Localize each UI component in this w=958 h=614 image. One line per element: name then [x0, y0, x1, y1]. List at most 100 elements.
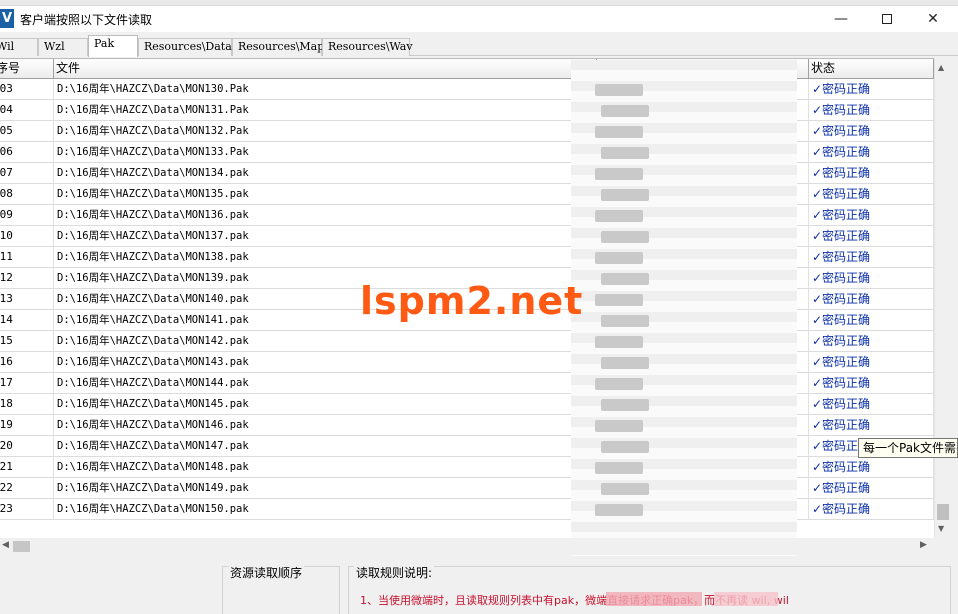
password-blur-chip [601, 189, 649, 201]
row-status: ✓密码正确 [809, 394, 934, 414]
row-file-path: D:\16周年\HAZCZ\Data\MON130.Pak [54, 79, 597, 99]
row-index-text: 311 [0, 250, 13, 263]
tab-pak[interactable]: Pak [88, 35, 138, 57]
row-index: 312 [0, 268, 54, 288]
password-blur-chip [601, 483, 649, 495]
row-file-path: D:\16周年\HAZCZ\Data\MON145.pak [54, 394, 597, 414]
maximize-button[interactable] [864, 6, 910, 32]
row-status: ✓密码正确 [809, 373, 934, 393]
row-status: ✓密码正确 [809, 457, 934, 477]
password-blur-chip [595, 336, 643, 348]
tab-resources-wav[interactable]: Resources\Wav [322, 38, 413, 56]
row-status: ✓密码正确 [809, 268, 934, 288]
tab-wil[interactable]: Wil [0, 38, 38, 56]
rule-redaction-2 [714, 592, 778, 606]
scroll-down-icon[interactable]: ▼ [938, 524, 944, 533]
tab-wzl[interactable]: Wzl [38, 38, 88, 56]
row-index: 320 [0, 436, 54, 456]
close-button[interactable]: ✕ [910, 6, 956, 32]
row-file-path: D:\16周年\HAZCZ\Data\MON134.pak [54, 163, 597, 183]
row-status: ✓密码正确 [809, 100, 934, 120]
row-index: 322 [0, 478, 54, 498]
row-file-path: D:\16周年\HAZCZ\Data\MON135.pak [54, 184, 597, 204]
row-index-text: 320 [0, 439, 13, 452]
row-status: ✓密码正确 [809, 163, 934, 183]
row-file-path: D:\16周年\HAZCZ\Data\MON148.pak [54, 457, 597, 477]
row-index: 315 [0, 331, 54, 351]
row-index: 304 [0, 100, 54, 120]
row-file-path: D:\16周年\HAZCZ\Data\MON142.pak [54, 331, 597, 351]
row-file-path: D:\16周年\HAZCZ\Data\MON144.pak [54, 373, 597, 393]
title-bar: V 客户端按照以下文件读取 — ✕ [0, 6, 958, 32]
maximize-icon [882, 14, 892, 24]
row-status: ✓密码正确 [809, 352, 934, 372]
rules-label: 读取规则说明: [354, 564, 435, 581]
row-status: ✓密码正确 [809, 310, 934, 330]
row-status: ✓密码正确 [809, 184, 934, 204]
vertical-scrollbar[interactable]: ▲ ▼ [934, 58, 951, 538]
window-title: 客户端按照以下文件读取 [20, 13, 153, 27]
password-blur-chip [595, 294, 643, 306]
horizontal-scrollbar[interactable]: ◀ ▶ [0, 538, 934, 555]
row-index: 311 [0, 247, 54, 267]
row-index-text: 317 [0, 376, 13, 389]
row-index: 313 [0, 289, 54, 309]
row-index-text: 308 [0, 187, 13, 200]
row-index-text: 310 [0, 229, 13, 242]
scroll-left-icon[interactable]: ◀ [2, 540, 9, 550]
row-index-text: 323 [0, 502, 13, 515]
password-blur-chip [601, 399, 649, 411]
row-index: 316 [0, 352, 54, 372]
watermark: lspm2.net [360, 279, 584, 323]
bottom-panel: 资源读取顺序 读取规则说明: 1、当使用微端时，且读取规则列表中有pak，微端直… [0, 556, 958, 614]
row-index-text: 315 [0, 334, 13, 347]
row-index-text: 318 [0, 397, 13, 410]
password-blur-chip [601, 315, 649, 327]
tab-bar: Wil Wzl Pak Resources\Data Resources\Map… [0, 32, 958, 57]
row-file-path: D:\16周年\HAZCZ\Data\MON150.pak [54, 499, 597, 519]
minimize-icon: — [834, 11, 848, 27]
row-index: 323 [0, 499, 54, 519]
password-blur-chip [601, 147, 649, 159]
password-blur-chip [601, 441, 649, 453]
password-blur-chip [595, 420, 643, 432]
password-blur-chip [595, 210, 643, 222]
row-index-text: 314 [0, 313, 13, 326]
row-status: ✓密码正确 [809, 247, 934, 267]
horizontal-scroll-thumb[interactable] [13, 541, 30, 552]
minimize-button[interactable]: — [818, 6, 864, 32]
password-blur-chip [595, 504, 643, 516]
row-index: 307 [0, 163, 54, 183]
row-file-path: D:\16周年\HAZCZ\Data\MON146.pak [54, 415, 597, 435]
row-file-path: D:\16周年\HAZCZ\Data\MON136.pak [54, 205, 597, 225]
close-icon: ✕ [927, 11, 939, 27]
row-status: ✓密码正确 [809, 331, 934, 351]
row-index-text: 322 [0, 481, 13, 494]
row-index: 303 [0, 79, 54, 99]
row-file-path: D:\16周年\HAZCZ\Data\MON131.Pak [54, 100, 597, 120]
column-header-file[interactable]: 文件 [54, 59, 597, 79]
row-file-path: D:\16周年\HAZCZ\Data\MON143.pak [54, 352, 597, 372]
row-file-path: D:\16周年\HAZCZ\Data\MON147.pak [54, 436, 597, 456]
scroll-up-icon[interactable]: ▲ [938, 63, 944, 72]
row-index: 309 [0, 205, 54, 225]
scroll-right-icon[interactable]: ▶ [920, 540, 927, 550]
tab-resources-map[interactable]: Resources\Map [232, 38, 324, 56]
column-header-index[interactable]: 序号 [0, 59, 54, 79]
vertical-scroll-thumb[interactable] [937, 504, 949, 520]
row-index: 317 [0, 373, 54, 393]
resource-order-label: 资源读取顺序 [228, 564, 305, 581]
row-index-text: 309 [0, 208, 13, 221]
row-index-text: 306 [0, 145, 13, 158]
row-status: ✓密码正确 [809, 478, 934, 498]
column-header-status[interactable]: 状态 [809, 59, 934, 79]
password-blur-chip [595, 252, 643, 264]
password-blur-chip [595, 378, 643, 390]
password-blur-chip [601, 231, 649, 243]
tab-resources-data[interactable]: Resources\Data [138, 38, 232, 56]
row-index-text: 307 [0, 166, 13, 179]
row-index-text: 321 [0, 460, 13, 473]
row-status: ✓密码正确 [809, 205, 934, 225]
row-index: 321 [0, 457, 54, 477]
row-index: 305 [0, 121, 54, 141]
